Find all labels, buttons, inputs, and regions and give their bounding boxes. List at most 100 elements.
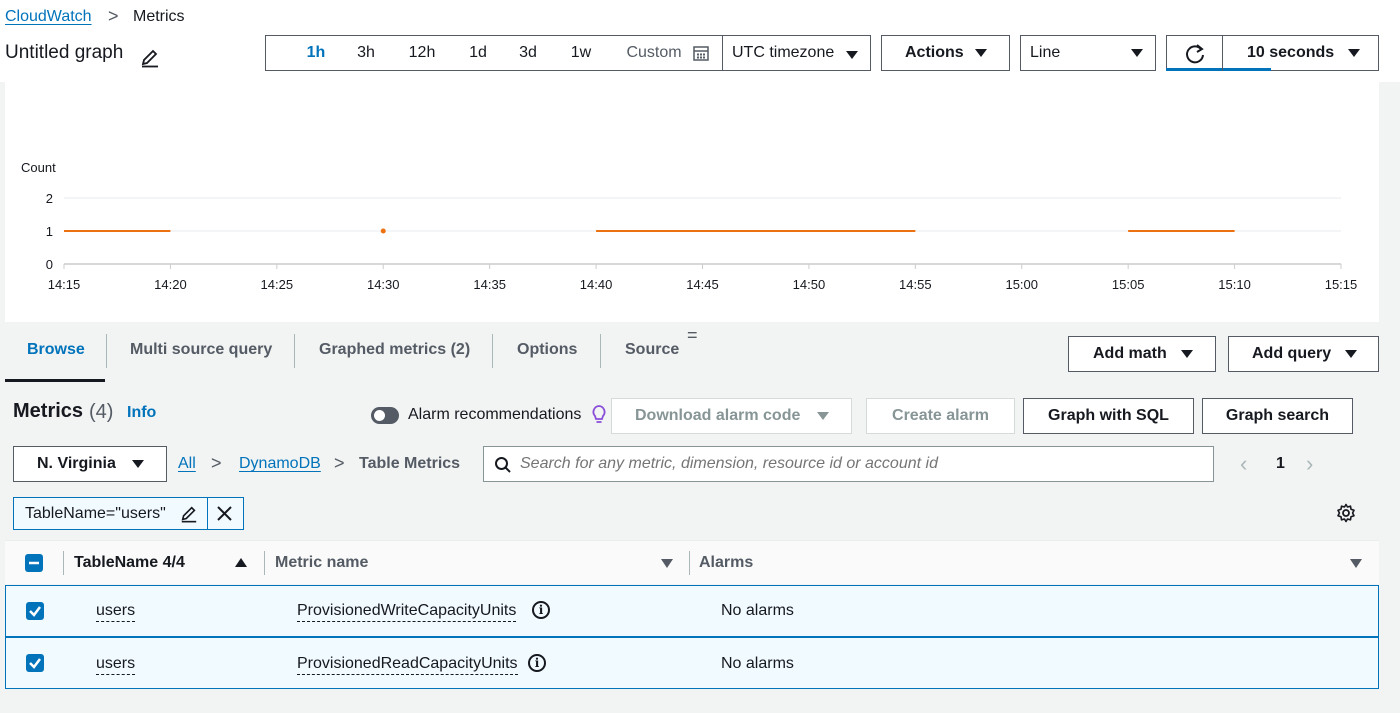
remove-token-icon[interactable] <box>216 505 233 522</box>
x-tick-label: 15:00 <box>1005 277 1038 292</box>
filter-token-label: TableName="users" <box>25 505 166 522</box>
alarm-recommendations-toggle[interactable] <box>371 407 399 424</box>
row-checkbox[interactable] <box>26 602 44 620</box>
column-divider <box>63 551 64 575</box>
time-range-12h[interactable]: 12h <box>400 36 444 70</box>
path-all-link[interactable]: All <box>178 455 196 473</box>
prev-page-icon[interactable]: ‹ <box>1240 451 1247 477</box>
next-page-icon[interactable]: › <box>1306 451 1313 477</box>
timezone-select-label[interactable]: UTC timezone <box>732 36 836 70</box>
refresh-interval-select[interactable]: 10 seconds <box>1222 35 1379 71</box>
x-tick-label: 14:35 <box>473 277 506 292</box>
sort-metric-name-icon[interactable] <box>661 559 673 568</box>
row-alarms: No alarms <box>721 602 794 619</box>
region-select[interactable]: N. Virginia <box>13 446 167 482</box>
column-header-tablename[interactable]: TableName 4/4 <box>74 554 185 572</box>
active-tab-underline <box>5 379 105 382</box>
table-row[interactable]: users ProvisionedReadCapacityUnits i No … <box>5 637 1379 689</box>
row-table-name[interactable]: users <box>96 655 136 675</box>
metric-search-input[interactable] <box>518 447 1208 481</box>
graph-type-select[interactable]: Line <box>1020 35 1156 71</box>
x-tick-label: 14:20 <box>154 277 187 292</box>
refresh-icon <box>1186 44 1204 64</box>
x-tick-label: 14:15 <box>48 277 81 292</box>
tab-options[interactable]: Options <box>517 341 577 359</box>
x-tick-label: 15:15 <box>1325 277 1358 292</box>
breadcrumb-current: Metrics <box>133 8 185 25</box>
x-tick-label: 14:25 <box>261 277 294 292</box>
path-dynamodb-link[interactable]: DynamoDB <box>239 455 321 473</box>
toggle-knob <box>374 410 385 421</box>
time-range-1d[interactable]: 1d <box>458 36 498 70</box>
add-math-caret-icon <box>1181 337 1193 371</box>
refresh-interval-value: 10 seconds <box>1247 44 1335 61</box>
add-query-button[interactable]: Add query <box>1228 336 1379 372</box>
x-tick-label: 14:50 <box>793 277 826 292</box>
timezone-caret-icon[interactable] <box>846 46 858 64</box>
panel-resize-handle[interactable]: = <box>687 325 698 346</box>
time-range-custom[interactable]: Custom <box>624 36 684 70</box>
row-metric-name[interactable]: ProvisionedReadCapacityUnits <box>297 655 518 675</box>
tab-separator <box>106 334 107 368</box>
metric-info-icon[interactable]: i <box>532 601 550 619</box>
metrics-title: Metrics <box>13 400 84 422</box>
settings-gear-icon[interactable] <box>1336 503 1356 523</box>
tab-separator <box>294 334 295 368</box>
time-range-3d[interactable]: 3d <box>508 36 548 70</box>
tab-browse[interactable]: Browse <box>27 341 85 359</box>
metrics-table-header: TableName 4/4 Metric name Alarms <box>5 540 1379 584</box>
info-link[interactable]: Info <box>127 404 156 422</box>
graph-with-sql-button[interactable]: Graph with SQL <box>1023 398 1194 434</box>
sort-alarms-icon[interactable] <box>1350 559 1362 568</box>
current-page-number[interactable]: 1 <box>1276 455 1285 473</box>
y-axis-label: Count <box>21 160 56 175</box>
tab-multi-source-query[interactable]: Multi source query <box>130 341 272 359</box>
time-range-1w[interactable]: 1w <box>561 36 601 70</box>
x-tick-label: 14:40 <box>580 277 613 292</box>
edit-token-icon[interactable] <box>180 505 198 523</box>
breadcrumb-cloudwatch-link[interactable]: CloudWatch <box>5 8 92 26</box>
tab-separator <box>492 334 493 368</box>
row-metric-name[interactable]: ProvisionedWriteCapacityUnits <box>297 602 517 622</box>
y-tick-label: 0 <box>46 257 53 272</box>
x-tick-label: 14:30 <box>367 277 400 292</box>
checkmark-icon <box>29 658 41 669</box>
time-range-3h[interactable]: 3h <box>346 36 386 70</box>
sort-ascending-icon[interactable] <box>235 558 247 567</box>
x-tick-label: 15:05 <box>1112 277 1145 292</box>
table-row[interactable]: users ProvisionedWriteCapacityUnits i No… <box>5 585 1379 637</box>
tab-graphed-metrics[interactable]: Graphed metrics (2) <box>319 341 470 359</box>
refresh-button[interactable] <box>1166 35 1223 71</box>
metric-info-icon[interactable]: i <box>528 654 546 672</box>
actions-button-label: Actions <box>905 44 964 61</box>
add-math-button[interactable]: Add math <box>1068 336 1216 372</box>
breadcrumb-separator: > <box>108 6 119 26</box>
graph-type-caret-icon <box>1131 36 1143 70</box>
x-tick-label: 15:10 <box>1218 277 1251 292</box>
download-alarm-code-button[interactable]: Download alarm code <box>611 398 852 434</box>
token-divider <box>207 498 208 529</box>
row-checkbox[interactable] <box>26 654 44 672</box>
create-alarm-button[interactable]: Create alarm <box>866 398 1015 434</box>
tab-source[interactable]: Source <box>625 341 679 359</box>
graph-search-button[interactable]: Graph search <box>1202 398 1353 434</box>
checkmark-icon <box>29 606 41 617</box>
column-header-metric-name[interactable]: Metric name <box>275 554 368 572</box>
path-separator: > <box>211 453 222 473</box>
path-separator: > <box>334 453 345 473</box>
create-alarm-label: Create alarm <box>892 407 989 424</box>
time-range-1h[interactable]: 1h <box>296 36 336 70</box>
y-tick-label: 2 <box>46 191 53 206</box>
calendar-icon[interactable] <box>693 45 709 61</box>
path-table-metrics: Table Metrics <box>359 455 461 472</box>
row-table-name[interactable]: users <box>96 602 136 622</box>
select-all-checkbox[interactable] <box>25 554 43 572</box>
refresh-interval-caret-icon <box>1348 36 1360 70</box>
alarm-recommendations-label: Alarm recommendations <box>408 406 582 423</box>
column-header-alarms[interactable]: Alarms <box>699 554 753 572</box>
actions-button[interactable]: Actions <box>881 35 1010 71</box>
add-query-caret-icon <box>1345 337 1357 371</box>
metrics-line-chart: Count 0 1 2 14:15 14:20 14:25 14:30 14:35 14:40 14… <box>21 160 1358 292</box>
edit-pencil-icon[interactable] <box>140 48 160 68</box>
column-divider <box>264 551 265 575</box>
